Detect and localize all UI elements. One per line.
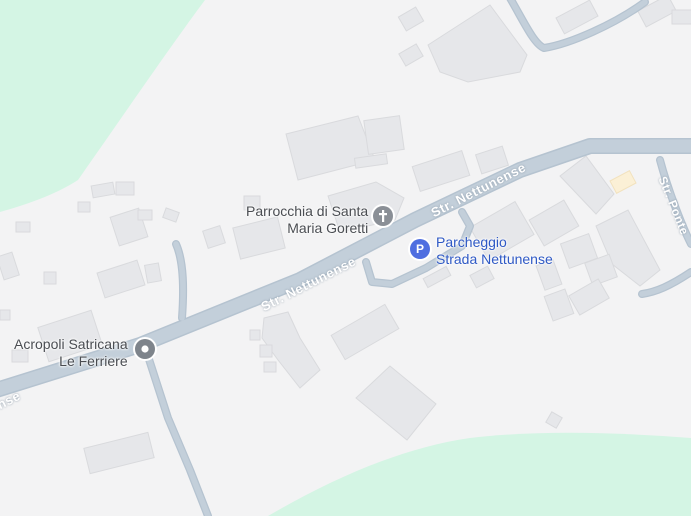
poi-parking-name-line2: Strada Nettunense bbox=[436, 251, 553, 267]
poi-church-name-line2: Maria Goretti bbox=[287, 220, 369, 236]
poi-acropoli-name-line1: Acropoli Satricana bbox=[14, 336, 128, 352]
landmark-glyph-icon bbox=[141, 345, 149, 353]
poi-label-parking[interactable]: Parcheggio Strada Nettunense bbox=[436, 234, 553, 268]
church-cross-icon[interactable] bbox=[373, 206, 393, 226]
poi-church-name-line1: Parrocchia di Santa bbox=[246, 203, 369, 219]
parking-icon[interactable]: P bbox=[410, 239, 430, 259]
green-area-south bbox=[268, 432, 691, 516]
cross-glyph-icon bbox=[379, 210, 387, 222]
poi-label-church[interactable]: Parrocchia di Santa Maria Goretti bbox=[246, 203, 368, 237]
parking-icon-glyph: P bbox=[415, 242, 424, 256]
poi-parking-name-line1: Parcheggio bbox=[436, 234, 507, 250]
poi-label-acropoli[interactable]: Acropoli Satricana Le Ferriere bbox=[14, 336, 128, 370]
landmark-pin-icon[interactable] bbox=[135, 339, 155, 359]
green-area-northwest bbox=[0, 0, 205, 212]
poi-acropoli-name-line2: Le Ferriere bbox=[59, 353, 128, 369]
